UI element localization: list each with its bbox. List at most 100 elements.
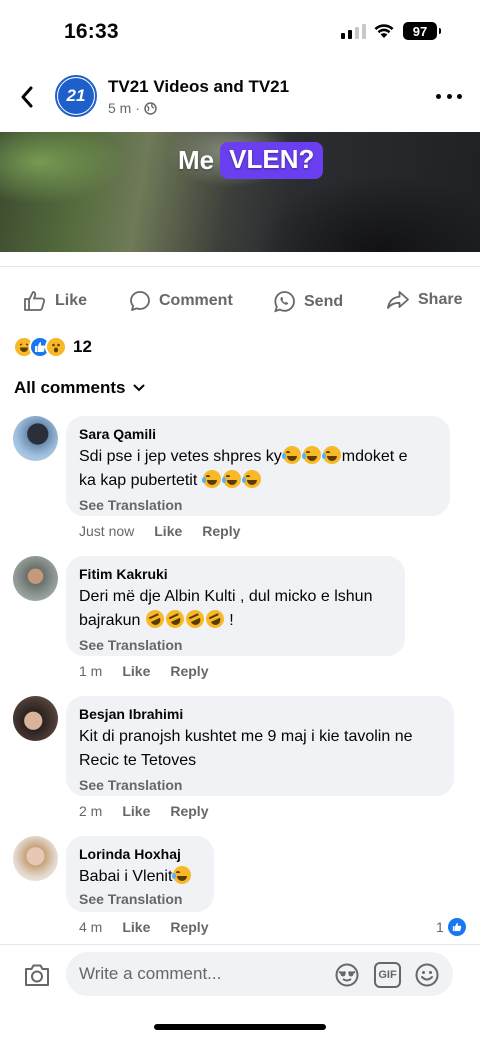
- comment-label: Comment: [159, 292, 233, 309]
- post-author[interactable]: TV21 Videos and TV21: [108, 77, 289, 97]
- comment-button[interactable]: Comment: [129, 290, 233, 312]
- emoji-icon[interactable]: [414, 962, 440, 988]
- rofl-emoji-icon: [182, 607, 207, 631]
- status-time: 16:33: [64, 20, 119, 43]
- send-button[interactable]: Send: [273, 290, 343, 313]
- post-meta: 5 m ·: [108, 100, 157, 116]
- comment-footer: 2 m Like Reply: [79, 803, 208, 819]
- camera-button[interactable]: [23, 962, 51, 988]
- comment-time: 4 m: [79, 919, 103, 935]
- more-dot-icon: [436, 93, 441, 99]
- wifi-icon: [374, 24, 394, 38]
- divider: [0, 266, 480, 267]
- commenter-name[interactable]: Lorinda Hoxhaj: [79, 845, 202, 863]
- joy-emoji-icon: [201, 470, 221, 488]
- chevron-down-icon: [133, 384, 145, 392]
- see-translation-link[interactable]: See Translation: [79, 496, 438, 514]
- comment-text-part: !: [229, 612, 234, 629]
- gif-button[interactable]: GIF: [374, 962, 401, 988]
- comment-bubble-icon: [130, 291, 150, 311]
- comment-time: 1 m: [79, 663, 103, 679]
- home-indicator[interactable]: [154, 1024, 326, 1030]
- comment-time: 2 m: [79, 803, 103, 819]
- joy-emoji-icon: [281, 446, 301, 464]
- comment-bubble: Lorinda Hoxhaj Babai i Vlenit See Transl…: [66, 836, 214, 912]
- joy-emoji-icon: [301, 446, 321, 464]
- rofl-emoji-icon: [202, 607, 227, 631]
- comment-bubble: Sara Qamili Sdi pse i jep vetes shpres k…: [66, 416, 450, 516]
- joy-emoji-icon: [321, 446, 341, 464]
- joy-emoji-icon: [241, 470, 261, 488]
- comment-like-count-value: 1: [436, 919, 444, 935]
- commenter-name[interactable]: Besjan Ibrahimi: [79, 705, 442, 723]
- comment-time: Just now: [79, 523, 135, 539]
- comment-text-part: Recic te Tetoves: [79, 752, 197, 769]
- like-label: Like: [55, 292, 88, 309]
- comment-bubble: Fitim Kakruki Deri më dje Albin Kulti , …: [66, 556, 405, 656]
- share-label: Share: [418, 291, 463, 308]
- comment-footer: Just now Like Reply: [79, 523, 240, 539]
- comment-footer: 1 m Like Reply: [79, 663, 208, 679]
- comment-like-count[interactable]: 1: [436, 918, 466, 936]
- more-dot-icon: [446, 93, 452, 99]
- globe-icon: [144, 101, 157, 115]
- post-time: 5 m: [108, 100, 132, 116]
- wow-reaction-icon: [45, 336, 67, 358]
- comment-text-part: Sdi pse i jep vetes shpres ky: [79, 448, 282, 465]
- rofl-emoji-icon: [142, 607, 167, 631]
- commenter-avatar[interactable]: [13, 556, 58, 601]
- commenter-name[interactable]: Fitim Kakruki: [79, 565, 393, 583]
- commenter-name[interactable]: Sara Qamili: [79, 425, 438, 443]
- page-avatar[interactable]: 21: [55, 75, 97, 117]
- whatsapp-icon: [274, 291, 295, 313]
- comment-reply-button[interactable]: Reply: [202, 523, 240, 539]
- page-avatar-logo: 21: [58, 78, 94, 114]
- comment-like-button[interactable]: Like: [122, 919, 150, 935]
- see-translation-link[interactable]: See Translation: [79, 636, 393, 654]
- comment-reply-button[interactable]: Reply: [170, 803, 208, 819]
- status-bar: 16:33 97: [0, 0, 480, 64]
- joy-emoji-icon: [221, 470, 241, 488]
- thumbs-up-icon: [24, 291, 46, 311]
- video-caption: Me VLEN?: [178, 142, 324, 179]
- commenter-avatar[interactable]: [13, 696, 58, 741]
- share-button[interactable]: Share: [386, 290, 462, 310]
- avatar-sticker-icon[interactable]: [333, 962, 361, 988]
- comment-footer: 4 m Like Reply: [79, 919, 208, 935]
- comment-text: Sdi pse i jep vetes shpres ky mdoket e ka…: [79, 445, 438, 493]
- joy-emoji-icon: [172, 866, 192, 884]
- comment-like-button[interactable]: Like: [122, 663, 150, 679]
- comment-reply-button[interactable]: Reply: [170, 663, 208, 679]
- comment-reply-button[interactable]: Reply: [170, 919, 208, 935]
- video-caption-highlight: VLEN?: [220, 142, 324, 179]
- comment-text-part: mdoket e: [341, 448, 408, 465]
- like-reaction-icon: [447, 918, 466, 936]
- comment-like-button[interactable]: Like: [122, 803, 150, 819]
- post-action-bar: Like Comment Send Share: [0, 280, 480, 324]
- comment-text-part: Babai i Vlenit: [79, 868, 173, 885]
- back-button[interactable]: [14, 82, 40, 112]
- comment-text-part: Kit di pranojsh kushtet me 9 maj i kie t…: [79, 728, 413, 745]
- reaction-count: 12: [73, 337, 92, 356]
- post-header: 21 TV21 Videos and TV21 5 m ·: [0, 68, 480, 128]
- more-dot-icon: [457, 93, 462, 99]
- comment-bubble: Besjan Ibrahimi Kit di pranojsh kushtet …: [66, 696, 454, 796]
- comments-filter-dropdown[interactable]: All comments: [14, 378, 145, 398]
- commenter-avatar[interactable]: [13, 416, 58, 461]
- video-caption-text: Me: [178, 145, 215, 175]
- comment-text: Kit di pranojsh kushtet me 9 maj i kie t…: [79, 725, 442, 773]
- see-translation-link[interactable]: See Translation: [79, 890, 202, 908]
- share-arrow-icon: [387, 291, 409, 309]
- comment-text-part: ka kap pubertetit: [79, 472, 198, 489]
- reactions-summary[interactable]: 12: [13, 336, 92, 358]
- commenter-avatar[interactable]: [13, 836, 58, 881]
- comment-composer: GIF: [0, 944, 480, 1004]
- video-player[interactable]: Me VLEN?: [0, 132, 480, 252]
- see-translation-link[interactable]: See Translation: [79, 776, 442, 794]
- comment-text: Babai i Vlenit: [79, 865, 202, 889]
- meta-separator: ·: [135, 100, 141, 116]
- more-options-button[interactable]: [436, 86, 462, 106]
- like-button[interactable]: Like: [23, 290, 87, 312]
- comment-like-button[interactable]: Like: [154, 523, 182, 539]
- comment-text: Deri më dje Albin Kulti , dul micko e ls…: [79, 585, 393, 633]
